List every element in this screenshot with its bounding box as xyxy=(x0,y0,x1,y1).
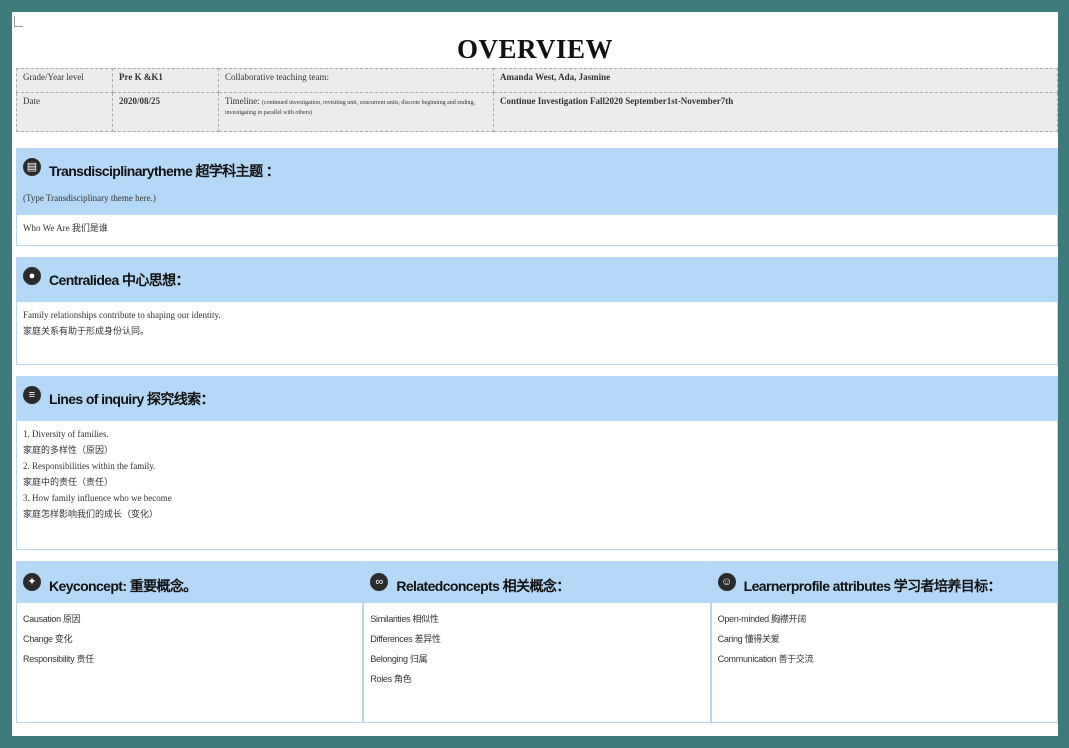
central-idea-title: Centralidea 中心思想： xyxy=(49,272,190,288)
overview-meta-table: Grade/Year level Pre K &K1 Collaborative… xyxy=(16,67,1058,132)
theme-title: Transdisciplinarytheme 超学科主题 ： xyxy=(49,163,280,179)
timeline-cell: Timeline: (continued investigation, revi… xyxy=(218,92,494,132)
date-value: 2020/08/25 xyxy=(112,92,219,132)
inquiry-line: 2. Responsibilities within the family. xyxy=(23,461,156,471)
key-concept-section: ✦ Keyconcept: 重要概念。 Causation 原因 Change … xyxy=(16,561,364,723)
list-icon: ≡ xyxy=(23,386,41,404)
page-title: OVERVIEW xyxy=(456,34,614,64)
key-concept-title: Keyconcept: 重要概念。 xyxy=(49,578,197,594)
inquiry-line: 家庭的多样性（原因） xyxy=(23,445,114,455)
list-item: Differences 差异性 xyxy=(370,634,441,644)
list-item: Responsibility 责任 xyxy=(23,654,94,664)
central-idea-line-zh: 家庭关系有助于形成身份认同。 xyxy=(23,326,150,336)
related-concepts-list: Similarities 相似性 Differences 差异性 Belongi… xyxy=(364,603,709,695)
learner-profile-section: ☺ Learnerprofile attributes 学习者培养目标： Ope… xyxy=(710,561,1058,723)
related-concepts-section: ∞ Relatedconcepts 相关概念： Similarities 相似性… xyxy=(363,561,711,723)
lightbulb-icon: ● xyxy=(23,267,41,285)
learner-profile-list: Open-minded 胸襟开阔 Caring 懂得关爱 Communicati… xyxy=(712,603,1057,675)
central-idea-line-en: Family relationships contribute to shapi… xyxy=(23,310,221,320)
central-idea-header: ● Centralidea 中心思想： xyxy=(17,258,1057,302)
theme-section: ▤ Transdisciplinarytheme 超学科主题 ： (Type T… xyxy=(16,148,1058,246)
collab-label: Collaborative teaching team: xyxy=(218,67,494,94)
person-icon: ☺ xyxy=(717,573,736,591)
inquiry-line: 家庭怎样影响我们的成长（变化） xyxy=(23,509,159,519)
timeline-value: Continue Investigation Fall2020 Septembe… xyxy=(493,92,1058,132)
book-icon: ▤ xyxy=(23,158,41,176)
list-item: Causation 原因 xyxy=(23,614,81,624)
key-concept-list: Causation 原因 Change 变化 Responsibility 责任 xyxy=(17,603,362,675)
theme-header: ▤ Transdisciplinarytheme 超学科主题 ： (Type T… xyxy=(17,149,1057,215)
list-item: Change 变化 xyxy=(23,634,73,644)
key-icon: ✦ xyxy=(23,573,41,591)
related-concepts-title: Relatedconcepts 相关概念： xyxy=(396,578,570,594)
inquiry-line: 1. Diversity of families. xyxy=(23,429,109,439)
theme-body: Who We Are 我们是谁 xyxy=(23,223,108,233)
grade-value: Pre K &K1 xyxy=(112,67,219,94)
list-item: Communication 善于交流 xyxy=(717,654,814,664)
list-item: Open-minded 胸襟开阔 xyxy=(717,614,807,624)
timeline-label: Timeline: xyxy=(225,96,260,107)
list-item: Caring 懂得关爱 xyxy=(717,634,780,644)
list-item: Similarities 相似性 xyxy=(370,614,439,624)
timeline-note: (continued investigation, revisiting uni… xyxy=(225,100,476,117)
learner-profile-title: Learnerprofile attributes 学习者培养目标： xyxy=(743,578,1002,594)
page-corner-marker xyxy=(14,16,23,27)
list-item: Roles 角色 xyxy=(370,674,412,684)
concepts-row: ✦ Keyconcept: 重要概念。 Causation 原因 Change … xyxy=(16,561,1058,723)
theme-subtitle: (Type Transdisciplinary theme here.) xyxy=(23,193,156,203)
inquiry-line: 家庭中的责任（责任） xyxy=(23,477,114,487)
key-concept-header: ✦ Keyconcept: 重要概念。 xyxy=(17,562,363,603)
document-page: OVERVIEW Grade/Year level Pre K &K1 Coll… xyxy=(12,12,1058,736)
collab-value: Amanda West, Ada, Jasmine xyxy=(493,67,1058,94)
link-icon: ∞ xyxy=(370,573,389,591)
related-concepts-header: ∞ Relatedconcepts 相关概念： xyxy=(364,562,710,603)
inquiry-section: ≡ Lines of inquiry 探究线索： 1. Diversity of… xyxy=(16,376,1058,550)
learner-profile-header: ☺ Learnerprofile attributes 学习者培养目标： xyxy=(711,562,1057,603)
inquiry-body: 1. Diversity of families. 家庭的多样性（原因） 2. … xyxy=(17,421,1057,527)
central-idea-section: ● Centralidea 中心思想： Family relationships… xyxy=(16,257,1058,365)
list-item: Belonging 归属 xyxy=(370,654,428,664)
inquiry-header: ≡ Lines of inquiry 探究线索： xyxy=(17,377,1057,421)
inquiry-line: 3. How family influence who we become xyxy=(23,493,172,503)
central-idea-body: Family relationships contribute to shapi… xyxy=(17,302,1057,344)
date-label: Date xyxy=(16,92,113,132)
grade-label: Grade/Year level xyxy=(16,67,113,94)
inquiry-title: Lines of inquiry 探究线索： xyxy=(49,391,215,407)
